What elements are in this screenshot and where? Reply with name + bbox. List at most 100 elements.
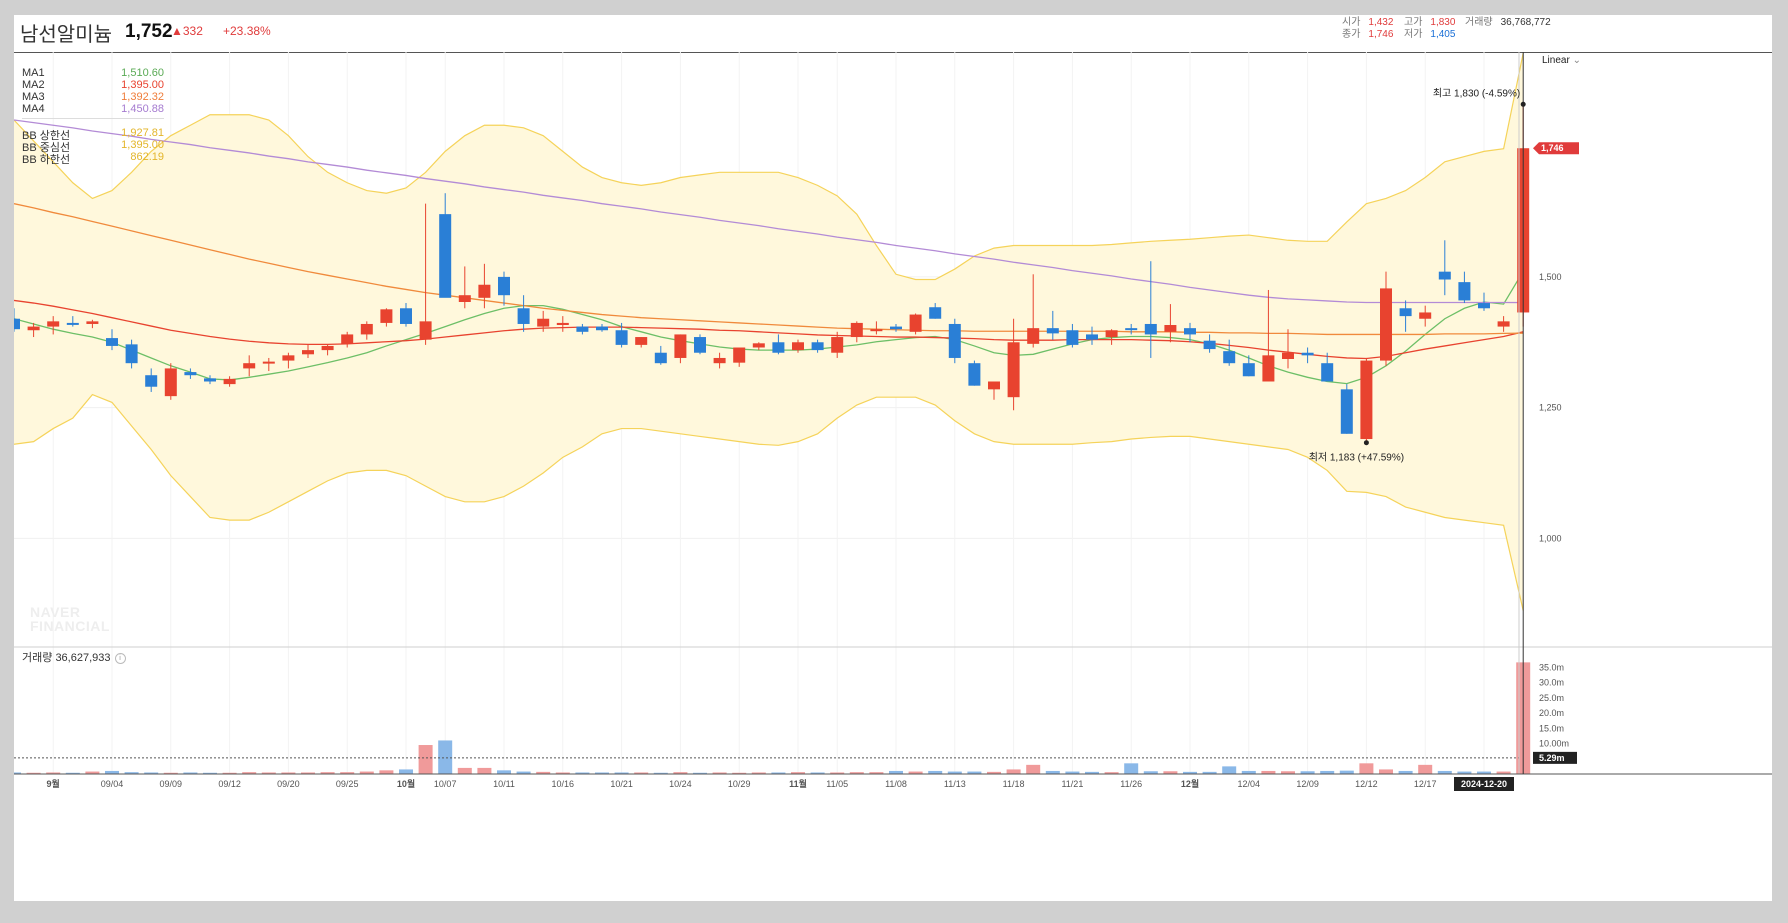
price-chart[interactable]: 1,000 1,250 1,500 1,746 10.00m 15.0m 20.0m 25.0… xyxy=(14,52,1772,923)
ma2-value: 1,395.00 xyxy=(121,79,164,91)
volume-tick-label: 35.0m xyxy=(1539,662,1564,672)
price-tick-label: 1,500 xyxy=(1539,272,1562,282)
candle-body xyxy=(243,363,256,369)
candle-body xyxy=(1066,330,1079,345)
candle-body xyxy=(125,344,138,364)
high-marker xyxy=(1520,101,1526,107)
volume-total-value: 36,768,772 xyxy=(1500,17,1551,28)
volume-bar xyxy=(1339,770,1354,774)
candle-body xyxy=(360,323,373,335)
candle-body xyxy=(47,321,60,327)
low-label: 저가 xyxy=(1404,29,1423,40)
volume-bar xyxy=(1124,763,1139,774)
time-tick-label: 09/09 xyxy=(160,779,183,789)
legend-divider xyxy=(22,118,164,119)
close-price: 종가 1,746 xyxy=(1342,25,1393,40)
volume-bar xyxy=(438,740,453,774)
time-tick-label: 10/16 xyxy=(552,779,575,789)
volume-bar xyxy=(457,767,472,774)
candle-body xyxy=(27,326,40,331)
low-value: 1,405 xyxy=(1430,29,1456,40)
app-frame: 남선알미늄 1,752 ▲332 +23.38% 시가 1,432 고가 1,830… xyxy=(0,0,1788,901)
volume-bar xyxy=(1359,763,1374,774)
close-value: 1,746 xyxy=(1368,29,1394,40)
info-icon[interactable]: i xyxy=(114,652,126,664)
candle-body xyxy=(1419,312,1432,319)
bb-upper-value: 1,927.81 xyxy=(121,127,164,139)
candle-body xyxy=(674,334,687,358)
candle-body xyxy=(1184,328,1196,335)
time-tick-label: 09/25 xyxy=(336,779,359,789)
volume-tick-label: 20.0m xyxy=(1539,708,1564,718)
candle-body xyxy=(909,314,922,332)
volume-total: 거래량 36,768,772 xyxy=(1465,13,1551,28)
candle-body xyxy=(752,343,765,348)
volume-bar xyxy=(1222,766,1237,774)
volume-value: 36,627,933 xyxy=(55,652,111,664)
volume-bar xyxy=(379,770,394,774)
volume-reference-tag-label: 5.29m xyxy=(1539,753,1565,763)
candle-body xyxy=(713,357,726,364)
candle-body xyxy=(556,322,569,326)
candle-body xyxy=(537,318,550,327)
candle-body xyxy=(1301,352,1314,356)
candle-body xyxy=(1007,342,1020,398)
candle-body xyxy=(498,276,510,296)
candle-body xyxy=(66,322,79,325)
volume-panel-label: 거래량 36,627,933 i xyxy=(22,649,126,665)
volume-bar xyxy=(477,767,492,774)
time-tick-label: 9월 xyxy=(47,778,60,789)
candle-body xyxy=(1262,355,1275,382)
candle-body xyxy=(1438,271,1451,280)
candle-body xyxy=(380,309,393,323)
low-annotation: 최저 1,183 (+47.59%) xyxy=(1309,452,1404,464)
candle-body xyxy=(419,321,432,340)
time-tick-label: 10/21 xyxy=(610,779,633,789)
candle-body xyxy=(1360,360,1373,440)
time-tick-label: 10월 xyxy=(397,778,415,789)
time-tick-label: 11/26 xyxy=(1120,779,1142,789)
time-tick-label: 09/12 xyxy=(218,779,241,789)
volume-tick-label: 25.0m xyxy=(1539,693,1564,703)
time-tick-label: 10/07 xyxy=(434,779,457,789)
candle-body xyxy=(850,322,863,338)
ma3-label: MA3 xyxy=(22,91,45,103)
volume-bar xyxy=(1026,764,1041,774)
candle-body xyxy=(282,355,295,361)
scale-toggle-button[interactable]: Linear ⌄ xyxy=(1542,55,1581,66)
candle-body xyxy=(478,284,491,298)
candle-body xyxy=(204,378,216,382)
candle-body xyxy=(223,378,236,385)
candle-body xyxy=(1282,352,1294,360)
ma4-value: 1,450.88 xyxy=(121,103,164,115)
close-label: 종가 xyxy=(1342,29,1361,40)
bb-lower-value: 862.19 xyxy=(130,151,164,163)
time-tick-label: 10/29 xyxy=(728,779,751,789)
bb-lower-label: BB 하한선 xyxy=(22,154,71,166)
scale-toggle-label: Linear xyxy=(1542,55,1570,66)
time-tick-label: 12/04 xyxy=(1238,779,1261,789)
watermark-line-2: FINANCIAL xyxy=(30,618,110,634)
candle-body xyxy=(792,342,804,351)
bb-mid-value: 1,395.00 xyxy=(121,139,164,151)
candle-body xyxy=(576,326,589,332)
time-tick-label: 11/08 xyxy=(885,779,907,789)
ma1-label: MA1 xyxy=(22,67,45,79)
price-change: ▲332 xyxy=(171,24,203,38)
candle-body xyxy=(1399,308,1412,317)
volume-bar xyxy=(1418,764,1433,774)
naver-financial-watermark: NAVER FINANCIAL xyxy=(30,605,110,633)
candle-body xyxy=(635,337,648,345)
time-tick-label: 12/12 xyxy=(1355,779,1378,789)
candle-body xyxy=(1144,323,1157,335)
candle-body xyxy=(106,338,118,346)
price-change-percent: +23.38% xyxy=(223,24,271,38)
legend-ma4: MA4 1,450.88 xyxy=(22,103,164,116)
candle-body xyxy=(870,329,883,332)
chevron-down-icon: ⌄ xyxy=(1572,55,1581,66)
candle-body xyxy=(615,330,628,345)
candle-body xyxy=(694,337,706,353)
volume-tick-label: 10.00m xyxy=(1539,739,1569,749)
candle-body xyxy=(1478,303,1490,309)
time-tick-label: 12/17 xyxy=(1414,779,1437,789)
